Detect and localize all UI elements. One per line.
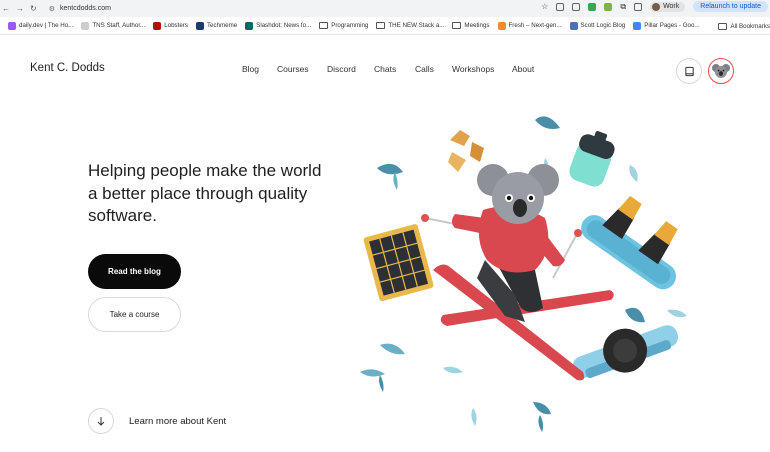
bookmark-item[interactable]: THE NEW Stack a... — [376, 22, 444, 29]
koala-avatar-icon — [712, 64, 730, 78]
book-icon — [684, 66, 694, 76]
arrow-down-button[interactable] — [88, 408, 114, 434]
leaf-icon — [533, 402, 551, 415]
bookmark-item[interactable]: Slashdot: News fo... — [245, 21, 312, 30]
bookmark-item[interactable]: daily.dev | The Ho... — [8, 21, 74, 30]
bookmark-item[interactable]: Programming — [319, 22, 368, 29]
nav-blog[interactable]: Blog — [242, 64, 277, 74]
read-blog-button[interactable]: Read the blog — [88, 254, 181, 289]
leaf-icon — [360, 369, 385, 377]
favicon-icon — [497, 21, 506, 30]
extension-icon[interactable] — [588, 2, 597, 11]
leaf-icon — [380, 343, 405, 355]
bookmark-item[interactable]: Techmeme — [195, 21, 238, 30]
solar-panel-icon — [363, 224, 434, 302]
bookmark-star-icon[interactable]: ☆ — [541, 2, 548, 11]
leaf-icon — [538, 415, 544, 432]
bookmark-item[interactable]: Fresh – Next-gen... — [497, 21, 562, 30]
favicon-icon — [245, 21, 254, 30]
bookmark-label: daily.dev | The Ho... — [19, 22, 74, 29]
bookmarks-bar: daily.dev | The Ho... TNS Staff, Author..… — [0, 17, 770, 35]
hero-title: Helping people make the world a better p… — [88, 161, 322, 225]
back-icon[interactable]: ← — [2, 4, 10, 13]
favicon-icon — [81, 21, 90, 30]
arrow-down-icon — [97, 417, 105, 426]
folder-icon — [376, 22, 386, 29]
bookmark-item[interactable]: Pillar Pages - Goo... — [633, 21, 700, 30]
relaunch-button[interactable]: Relaunch to update — [693, 1, 768, 12]
battery-icon — [569, 131, 615, 187]
nav-discord[interactable]: Discord — [327, 64, 374, 74]
extension-icon[interactable] — [604, 2, 613, 11]
hero-illustration-koala-skiing — [360, 116, 687, 432]
snowboard-icon — [581, 195, 678, 290]
folder-icon — [718, 22, 728, 30]
favicon-icon — [569, 21, 578, 30]
leaf-icon — [377, 163, 403, 175]
favicon-icon — [153, 21, 162, 30]
leaf-icon — [379, 375, 384, 392]
nav-chats[interactable]: Chats — [374, 64, 415, 74]
site-logo[interactable]: Kent C. Dodds — [30, 62, 105, 74]
favicon-icon — [195, 21, 204, 30]
bookmark-label: Techmeme — [206, 22, 238, 29]
bookmark-item[interactable]: Meetings — [452, 22, 490, 29]
bookmarks-list: daily.dev | The Ho... TNS Staff, Author..… — [0, 21, 700, 30]
address-bar[interactable]: ⚙ kentcdodds.com — [49, 5, 111, 13]
bookmark-item[interactable]: Lobsters — [153, 21, 188, 30]
extensions-puzzle-icon[interactable]: ⧉ — [620, 2, 626, 12]
leaf-icon — [471, 408, 477, 426]
main-nav: Blog Courses Discord Chats Calls Worksho… — [242, 64, 534, 74]
learn-more-label: Learn more about Kent — [129, 415, 227, 427]
bookmark-label: Fresh – Next-gen... — [508, 22, 562, 29]
learn-more-link[interactable]: Learn more about Kent — [88, 408, 226, 434]
leaf-icon — [667, 309, 687, 318]
bookmark-label: Meetings — [464, 22, 490, 29]
nav-workshops[interactable]: Workshops — [452, 64, 512, 74]
take-course-button[interactable]: Take a course — [88, 297, 181, 332]
leaf-icon — [393, 172, 398, 190]
extension-icon[interactable] — [556, 2, 565, 11]
favicon-icon — [8, 21, 16, 30]
nav-about[interactable]: About — [512, 64, 534, 74]
leaf-icon — [443, 366, 463, 374]
all-bookmarks-label: All Bookmarks — [730, 22, 770, 30]
nav-calls[interactable]: Calls — [415, 64, 452, 74]
bookmark-label: Slashdot: News fo... — [256, 22, 312, 29]
bookmark-item[interactable]: TNS Staff, Author... — [81, 21, 146, 30]
profile-label: Work — [663, 3, 680, 10]
side-panel-icon[interactable] — [634, 2, 643, 11]
bookmark-label: TNS Staff, Author... — [92, 22, 146, 29]
browser-nav: ← → ↻ — [0, 4, 37, 13]
bookmark-label: Lobsters — [164, 22, 188, 29]
folder-icon — [452, 22, 462, 29]
recycle-icon — [448, 130, 484, 172]
favicon-icon — [633, 21, 642, 30]
forward-icon[interactable]: → — [16, 4, 24, 13]
profile-avatar — [652, 2, 661, 11]
profile-chip[interactable]: Work — [650, 1, 686, 12]
leaf-icon — [535, 116, 560, 129]
site-info-icon[interactable]: ⚙ — [49, 5, 55, 13]
bookmark-item[interactable]: Scott Logic Blog — [569, 21, 626, 30]
leaf-icon — [625, 307, 645, 323]
user-avatar-button[interactable] — [708, 58, 734, 84]
extension-icon[interactable] — [572, 2, 581, 11]
bookmark-label: Scott Logic Blog — [580, 22, 626, 29]
bookmark-label: Pillar Pages - Goo... — [644, 22, 700, 29]
browser-toolbar: ← → ↻ ⚙ kentcdodds.com ☆ ⧉ Work Relaunch… — [0, 0, 770, 17]
browser-right-tools: ☆ ⧉ Work Relaunch to update — [541, 1, 768, 12]
bookmark-label: THE NEW Stack a... — [388, 22, 445, 29]
nav-courses[interactable]: Courses — [277, 64, 327, 74]
reload-icon[interactable]: ↻ — [30, 4, 37, 13]
url-text: kentcdodds.com — [59, 5, 111, 12]
reading-button[interactable] — [676, 58, 702, 84]
bookmark-label: Programming — [331, 22, 369, 29]
all-bookmarks-button[interactable]: All Bookmarks — [706, 17, 770, 34]
leaf-icon — [629, 165, 638, 182]
folder-icon — [319, 22, 329, 29]
